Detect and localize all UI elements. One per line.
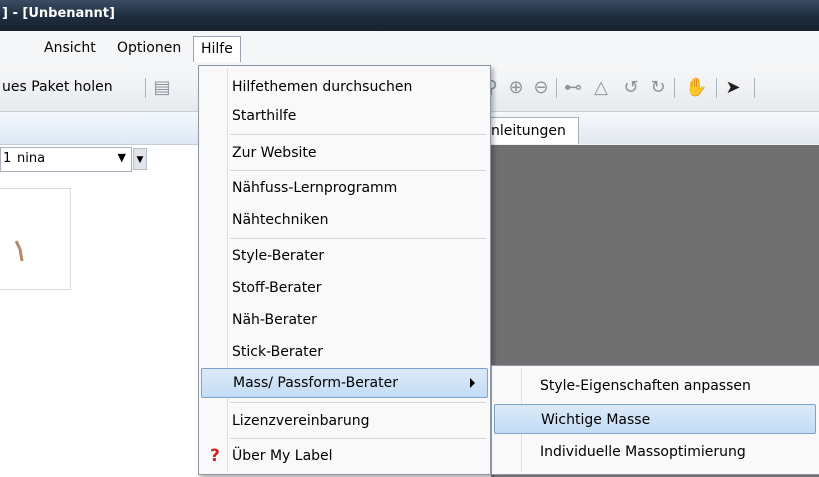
window-title: ] - [Unbenannt] (2, 6, 115, 21)
toolbar-separator (674, 78, 675, 98)
menu-item-mass-passform[interactable]: Mass/ Passform-Berater (201, 368, 488, 398)
menu-item-starthilfe[interactable]: Starthilfe (201, 102, 488, 130)
menu-optionen[interactable]: Optionen (117, 40, 181, 56)
title-bar: ] - [Unbenannt] (0, 0, 819, 31)
toolbar-separator (556, 78, 557, 98)
toolbar-separator (716, 78, 717, 98)
menu-item-website[interactable]: Zur Website (201, 139, 488, 167)
menu-separator (230, 170, 486, 171)
submenu-item-individuelle-massoptimierung[interactable]: Individuelle Massoptimierung (494, 437, 816, 467)
menu-item-stoff-berater[interactable]: Stoff-Berater (201, 274, 488, 302)
menu-item-naehtechniken[interactable]: Nähtechniken (201, 206, 488, 234)
hilfe-dropdown: Hilfethemen durchsuchen Starthilfe Zur W… (198, 65, 491, 475)
menu-hilfe[interactable]: Hilfe (193, 36, 241, 62)
menu-item-lizenz[interactable]: Lizenzvereinbarung (201, 407, 488, 435)
flip-vertical-icon[interactable]: ⊷ (562, 77, 584, 99)
menu-separator (230, 402, 486, 403)
menu-item-stick-berater[interactable]: Stick-Berater (201, 338, 488, 366)
toolbar-separator (145, 78, 146, 98)
mass-passform-submenu: Style-Eigenschaften anpassen Wichtige Ma… (491, 365, 819, 475)
rotate-left-icon[interactable]: ↺ (620, 77, 642, 99)
model-thumbnail[interactable] (0, 188, 71, 290)
menu-item-ueber[interactable]: ? Über My Label (201, 442, 488, 470)
menu-separator (230, 238, 486, 239)
tab-anleitungen[interactable]: nleitungen (491, 117, 579, 144)
zoom-in-icon[interactable]: ⊕ (505, 77, 527, 99)
toolbar-separator (754, 78, 755, 98)
model-combo[interactable]: 1 nina ▼ (0, 147, 132, 172)
chevron-down-icon: ▼ (117, 151, 126, 164)
combo-value: nina (17, 151, 46, 166)
menu-item-hilfethemen[interactable]: Hilfethemen durchsuchen (201, 73, 488, 101)
combo-prefix: 1 (3, 151, 12, 166)
flip-horizontal-icon[interactable]: △ (590, 77, 612, 99)
rotate-right-icon[interactable]: ↻ (647, 77, 669, 99)
panel-header (0, 112, 198, 145)
submenu-item-style-eigenschaften[interactable]: Style-Eigenschaften anpassen (494, 371, 816, 401)
get-package-button[interactable]: ues Paket holen (2, 79, 113, 95)
menu-ansicht[interactable]: Ansicht (44, 40, 96, 56)
menu-separator (230, 438, 486, 439)
figure-icon (14, 240, 24, 262)
print-icon[interactable]: ▤ (151, 77, 173, 99)
menu-item-style-berater[interactable]: Style-Berater (201, 242, 488, 270)
submenu-arrow-icon (470, 378, 475, 388)
help-question-icon: ? (210, 446, 220, 466)
pointer-icon[interactable]: ➤ (722, 77, 744, 99)
submenu-item-wichtige-masse[interactable]: Wichtige Masse (494, 404, 816, 434)
menu-item-naehfuss[interactable]: Nähfuss-Lernprogramm (201, 174, 488, 202)
zoom-out-icon[interactable]: ⊖ (530, 77, 552, 99)
menu-bar: Ansicht Optionen Hilfe (0, 31, 819, 66)
menu-separator (230, 134, 486, 135)
hand-icon[interactable]: ✋ (685, 77, 707, 99)
combo-extra-button[interactable]: ▼ (133, 148, 147, 170)
menu-item-naeh-berater[interactable]: Näh-Berater (201, 306, 488, 334)
